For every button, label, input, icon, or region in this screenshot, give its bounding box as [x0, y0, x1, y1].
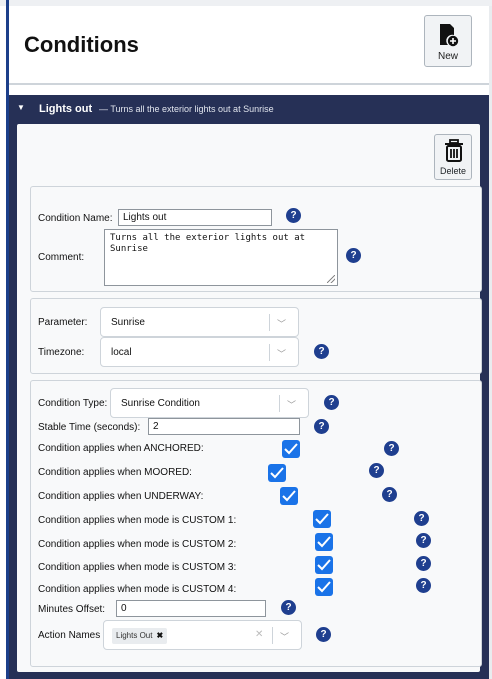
chevron-down-icon[interactable]: ﹀ — [277, 347, 286, 360]
action-names-help-icon[interactable]: ? — [316, 627, 331, 642]
applies-anchored-help-icon[interactable]: ? — [384, 441, 399, 456]
select-separator — [269, 314, 270, 331]
condition-panel-description: — Turns all the exterior lights out at S… — [99, 104, 274, 114]
checkmark-icon — [270, 467, 284, 479]
applies-custom2-label: Condition applies when mode is CUSTOM 2: — [38, 539, 237, 550]
select-separator — [272, 627, 273, 644]
condition-panel-header[interactable]: ▼ Lights out — Turns all the exterior li… — [9, 95, 489, 123]
condition-name-label: Condition Name: — [38, 213, 113, 224]
action-chip: Lights Out ✖ — [112, 628, 168, 644]
timezone-select[interactable]: local ﹀ — [100, 337, 299, 367]
applies-moored-checkbox[interactable] — [268, 464, 286, 482]
minutes-offset-label: Minutes Offset: — [38, 604, 106, 615]
applies-custom1-help-icon[interactable]: ? — [414, 511, 429, 526]
comment-textarea[interactable]: Turns all the exterior lights out at Sun… — [104, 229, 338, 286]
chevron-down-icon[interactable]: ﹀ — [287, 398, 296, 411]
comment-help-icon[interactable]: ? — [346, 248, 361, 263]
applies-custom2-help-icon[interactable]: ? — [416, 533, 431, 548]
parameter-selected-value: Sunrise — [111, 317, 145, 328]
new-condition-button[interactable]: New — [424, 15, 472, 67]
condition-type-label: Condition Type: — [38, 398, 108, 409]
stable-time-help-icon[interactable]: ? — [314, 419, 329, 434]
timezone-label: Timezone: — [38, 347, 85, 358]
condition-name-help-icon[interactable]: ? — [286, 208, 301, 223]
checkmark-icon — [284, 443, 298, 455]
top-strip — [0, 0, 492, 6]
header-divider — [9, 83, 489, 85]
condition-type-select[interactable]: Sunrise Condition ﹀ — [110, 388, 309, 418]
new-button-label: New — [437, 51, 458, 62]
chip-remove-icon[interactable]: ✖ — [156, 631, 163, 640]
applies-moored-help-icon[interactable]: ? — [369, 463, 384, 478]
applies-custom1-checkbox[interactable] — [313, 510, 331, 528]
trash-icon — [445, 139, 463, 162]
collapse-caret-icon[interactable]: ▼ — [17, 103, 25, 112]
applies-custom3-label: Condition applies when mode is CUSTOM 3: — [38, 562, 237, 573]
applies-custom4-help-icon[interactable]: ? — [416, 578, 431, 593]
applies-anchored-checkbox[interactable] — [282, 440, 300, 458]
minutes-offset-help-icon[interactable]: ? — [281, 600, 296, 615]
condition-type-help-icon[interactable]: ? — [324, 395, 339, 410]
applies-underway-help-icon[interactable]: ? — [382, 487, 397, 502]
action-names-select[interactable]: Lights Out ✖ ✕ ﹀ — [103, 620, 302, 650]
applies-custom3-checkbox[interactable] — [315, 556, 333, 574]
condition-type-selected-value: Sunrise Condition — [121, 398, 200, 409]
checkmark-icon — [317, 536, 331, 548]
delete-button-label: Delete — [439, 166, 466, 176]
stable-time-input[interactable]: 2 — [148, 418, 300, 435]
checkmark-icon — [282, 490, 296, 502]
applies-anchored-label: Condition applies when ANCHORED: — [38, 443, 204, 454]
checkmark-icon — [317, 559, 331, 571]
timezone-help-icon[interactable]: ? — [314, 344, 329, 359]
clear-icon[interactable]: ✕ — [255, 629, 263, 640]
condition-panel-name: Lights out — [39, 103, 93, 115]
comment-label: Comment: — [38, 252, 85, 263]
applies-moored-label: Condition applies when MOORED: — [38, 467, 192, 478]
action-chip-label: Lights Out — [116, 631, 153, 640]
parameter-select[interactable]: Sunrise ﹀ — [100, 307, 299, 337]
applies-underway-checkbox[interactable] — [280, 487, 298, 505]
applies-custom2-checkbox[interactable] — [315, 533, 333, 551]
chevron-down-icon[interactable]: ﹀ — [277, 317, 286, 330]
select-separator — [279, 395, 280, 412]
condition-name-input[interactable]: Lights out — [118, 209, 272, 226]
resize-grip-icon[interactable] — [327, 275, 335, 283]
checkmark-icon — [317, 581, 331, 593]
applies-custom4-label: Condition applies when mode is CUSTOM 4: — [38, 584, 237, 595]
stable-time-label: Stable Time (seconds): — [38, 422, 141, 433]
select-separator — [269, 344, 270, 361]
parameter-label: Parameter: — [38, 317, 88, 328]
applies-custom3-help-icon[interactable]: ? — [416, 556, 431, 571]
chevron-down-icon[interactable]: ﹀ — [280, 630, 289, 643]
delete-condition-button[interactable]: Delete — [434, 134, 472, 180]
timezone-selected-value: local — [111, 347, 132, 358]
applies-underway-label: Condition applies when UNDERWAY: — [38, 491, 204, 502]
new-file-icon — [440, 24, 459, 47]
minutes-offset-input[interactable]: 0 — [116, 600, 266, 617]
applies-custom1-label: Condition applies when mode is CUSTOM 1: — [38, 515, 237, 526]
page-title: Conditions — [24, 32, 139, 57]
checkmark-icon — [315, 513, 329, 525]
action-names-label: Action Names — [38, 630, 101, 641]
applies-custom4-checkbox[interactable] — [315, 578, 333, 596]
comment-text: Turns all the exterior lights out at Sun… — [110, 233, 306, 254]
